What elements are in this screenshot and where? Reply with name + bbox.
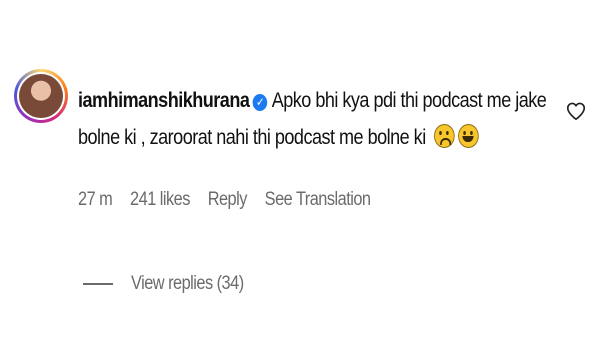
reply-button[interactable]: Reply bbox=[208, 189, 248, 210]
like-heart-icon[interactable] bbox=[565, 100, 587, 122]
comment-meta: 27 m 241 likes Reply See Translation bbox=[78, 189, 384, 211]
comment-text-line2: bolne ki , zaroorat nahi thi podcast me … bbox=[78, 126, 426, 149]
comment-body: iamhimanshikhurana ✓ Apko bhi kya pdi thi … bbox=[78, 82, 548, 156]
username-link[interactable]: iamhimanshikhurana bbox=[78, 89, 250, 112]
view-replies-label: View replies (34) bbox=[131, 273, 244, 294]
comment-time: 27 m bbox=[78, 189, 113, 210]
avatar-border bbox=[17, 72, 65, 120]
view-replies-button[interactable]: View replies (34) bbox=[83, 273, 262, 295]
see-translation-link[interactable]: See Translation bbox=[265, 189, 371, 210]
replies-divider bbox=[83, 283, 113, 285]
likes-count[interactable]: 241 likes bbox=[130, 189, 190, 210]
comment: iamhimanshikhurana ✓ Apko bhi kya pdi thi … bbox=[0, 0, 600, 338]
profile-photo bbox=[19, 74, 63, 118]
worried-face-icon bbox=[433, 124, 455, 148]
verified-badge-icon: ✓ bbox=[252, 94, 268, 111]
avatar[interactable] bbox=[14, 69, 68, 123]
comment-text-line1: Apko bhi kya pdi thi podcast me jake bbox=[271, 89, 547, 112]
laughing-tears-icon bbox=[457, 124, 479, 148]
